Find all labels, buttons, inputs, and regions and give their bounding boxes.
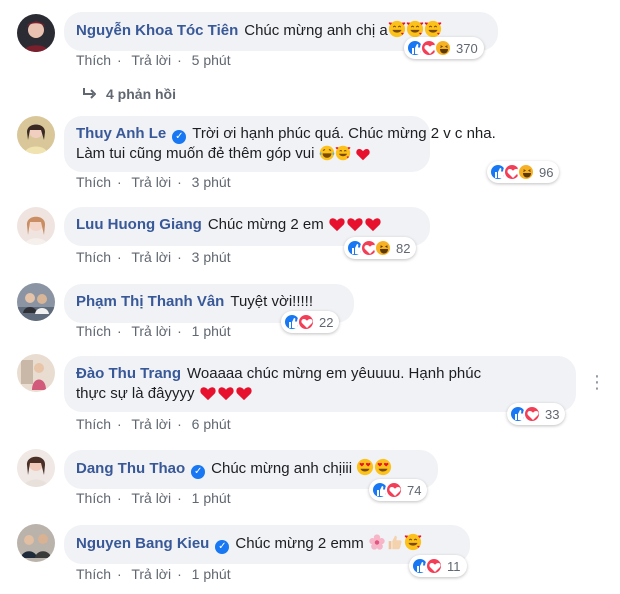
comment-text: Tuyệt vời!!!!! [230, 293, 313, 310]
timestamp[interactable]: 1 phút [192, 566, 231, 582]
smiling-face-with-hearts-icon [406, 20, 424, 38]
like-link[interactable]: Thích [76, 416, 111, 432]
reaction-count: 370 [456, 40, 478, 56]
comment-actions: Thích · Trả lời · 1 phút [76, 566, 231, 582]
comment-bubble: Đào Thu Trang Woaaaa chúc mừng em yêuuuu.… [64, 356, 576, 412]
smiling-face-with-hearts-icon [335, 145, 351, 161]
avatar[interactable] [17, 116, 55, 154]
reaction-summary[interactable]: 11 [409, 555, 467, 577]
love-reaction-icon [523, 405, 541, 423]
red-heart-icon [328, 216, 346, 232]
love-reaction-icon [297, 313, 315, 331]
reaction-count: 82 [396, 240, 411, 256]
red-heart-icon [346, 216, 364, 232]
smiling-face-with-hearts-icon [388, 20, 406, 38]
reply-link[interactable]: Trả lời [131, 490, 171, 506]
comment-text: Trời ơi hạnh phúc quá. Chúc mừng 2 v c n… [192, 125, 496, 142]
comment-text: Woaaaa chúc mừng em yêuuuu. Hạnh phúc [187, 365, 482, 382]
red-heart-icon [364, 216, 382, 232]
reaction-summary[interactable]: 74 [369, 479, 428, 501]
haha-reaction-icon [517, 163, 535, 181]
comment-text-continued: thực sự là đâyyyy [76, 385, 195, 402]
like-link[interactable]: Thích [76, 249, 111, 265]
smiling-face-with-hearts-icon [424, 20, 442, 38]
commenter-name[interactable]: Đào Thu Trang [76, 365, 181, 382]
red-heart-icon [217, 385, 235, 401]
comment-actions: Thích · Trả lời · 3 phút [76, 174, 231, 190]
verified-badge-icon: ✓ [215, 540, 230, 554]
reply-link[interactable]: Trả lời [131, 566, 171, 582]
comment-text: Chúc mừng anh chị a [244, 22, 388, 39]
avatar[interactable] [17, 354, 55, 392]
reaction-count: 74 [407, 482, 422, 498]
reply-link[interactable]: Trả lời [131, 52, 171, 68]
verified-badge-icon: ✓ [191, 465, 206, 479]
comment-text-continued: Làm tui cũng muốn đẻ thêm góp vui [76, 145, 315, 162]
rolling-laughing-icon [319, 145, 335, 161]
timestamp[interactable]: 6 phút [192, 416, 231, 432]
reaction-summary[interactable]: 370 [404, 37, 484, 59]
red-heart-icon [199, 385, 217, 401]
reaction-count: 11 [447, 558, 461, 574]
reaction-summary[interactable]: 96 [487, 161, 560, 183]
comment-bubble: Thuy Anh Le ✓ Trời ơi hạnh phúc quá. Chúc … [64, 116, 496, 172]
commenter-name[interactable]: Phạm Thị Thanh Vân [76, 293, 224, 310]
avatar[interactable] [17, 207, 55, 245]
reaction-summary[interactable]: 22 [281, 311, 340, 333]
comment-text: Chúc mừng anh chịiii [211, 460, 353, 477]
comment-actions: Thích · Trả lời · 6 phút [76, 416, 231, 432]
timestamp[interactable]: 1 phút [192, 323, 231, 339]
commenter-name[interactable]: Nguyen Bang Kieu [76, 535, 209, 552]
comment-bubble: Nguyen Bang Kieu ✓ Chúc mừng 2 emm [64, 525, 470, 564]
comment-actions: Thích · Trả lời · 1 phút [76, 323, 231, 339]
timestamp[interactable]: 3 phút [192, 174, 231, 190]
love-reaction-icon [385, 481, 403, 499]
reaction-summary[interactable]: 33 [507, 403, 566, 425]
reaction-summary[interactable]: 82 [344, 237, 417, 259]
red-heart-icon [235, 385, 253, 401]
view-replies-link[interactable]: 4 phản hồi [82, 86, 176, 102]
comment-actions: Thích · Trả lời · 1 phút [76, 490, 231, 506]
heart-eyes-icon [374, 458, 392, 476]
smiling-face-with-hearts-icon [404, 533, 422, 551]
reply-link[interactable]: Trả lời [131, 249, 171, 265]
comment-actions: Thích · Trả lời · 5 phút [76, 52, 231, 68]
replies-count[interactable]: 4 phản hồi [106, 86, 176, 102]
red-heart-icon [355, 147, 371, 161]
commenter-name[interactable]: Nguyễn Khoa Tóc Tiên [76, 22, 238, 39]
like-link[interactable]: Thích [76, 323, 111, 339]
haha-reaction-icon [434, 39, 452, 57]
heart-eyes-icon [356, 458, 374, 476]
avatar[interactable] [17, 524, 55, 562]
timestamp[interactable]: 3 phút [192, 249, 231, 265]
more-options-icon[interactable]: ⋮ [588, 372, 606, 393]
cherry-blossom-icon [368, 533, 386, 551]
timestamp[interactable]: 5 phút [192, 52, 231, 68]
like-link[interactable]: Thích [76, 490, 111, 506]
reply-link[interactable]: Trả lời [131, 416, 171, 432]
verified-badge-icon: ✓ [172, 130, 187, 144]
reaction-count: 96 [539, 164, 554, 180]
thumbs-up-icon [386, 533, 404, 551]
comment-actions: Thích · Trả lời · 3 phút [76, 249, 231, 265]
haha-reaction-icon [374, 239, 392, 257]
reaction-count: 33 [545, 406, 560, 422]
comment-text: Chúc mừng 2 em [207, 216, 324, 233]
avatar[interactable] [17, 283, 55, 321]
like-link[interactable]: Thích [76, 566, 111, 582]
commenter-name[interactable]: Luu Huong Giang [76, 216, 202, 233]
comment-text: Chúc mừng 2 emm [235, 535, 364, 552]
reply-arrow-icon [82, 86, 97, 102]
avatar[interactable] [17, 449, 55, 487]
like-link[interactable]: Thích [76, 174, 111, 190]
commenter-name[interactable]: Dang Thu Thao [76, 460, 185, 477]
reply-link[interactable]: Trả lời [131, 174, 171, 190]
love-reaction-icon [425, 557, 443, 575]
avatar[interactable] [17, 14, 55, 52]
reply-link[interactable]: Trả lời [131, 323, 171, 339]
timestamp[interactable]: 1 phút [192, 490, 231, 506]
like-link[interactable]: Thích [76, 52, 111, 68]
reaction-count: 22 [319, 314, 334, 330]
commenter-name[interactable]: Thuy Anh Le [76, 125, 166, 142]
